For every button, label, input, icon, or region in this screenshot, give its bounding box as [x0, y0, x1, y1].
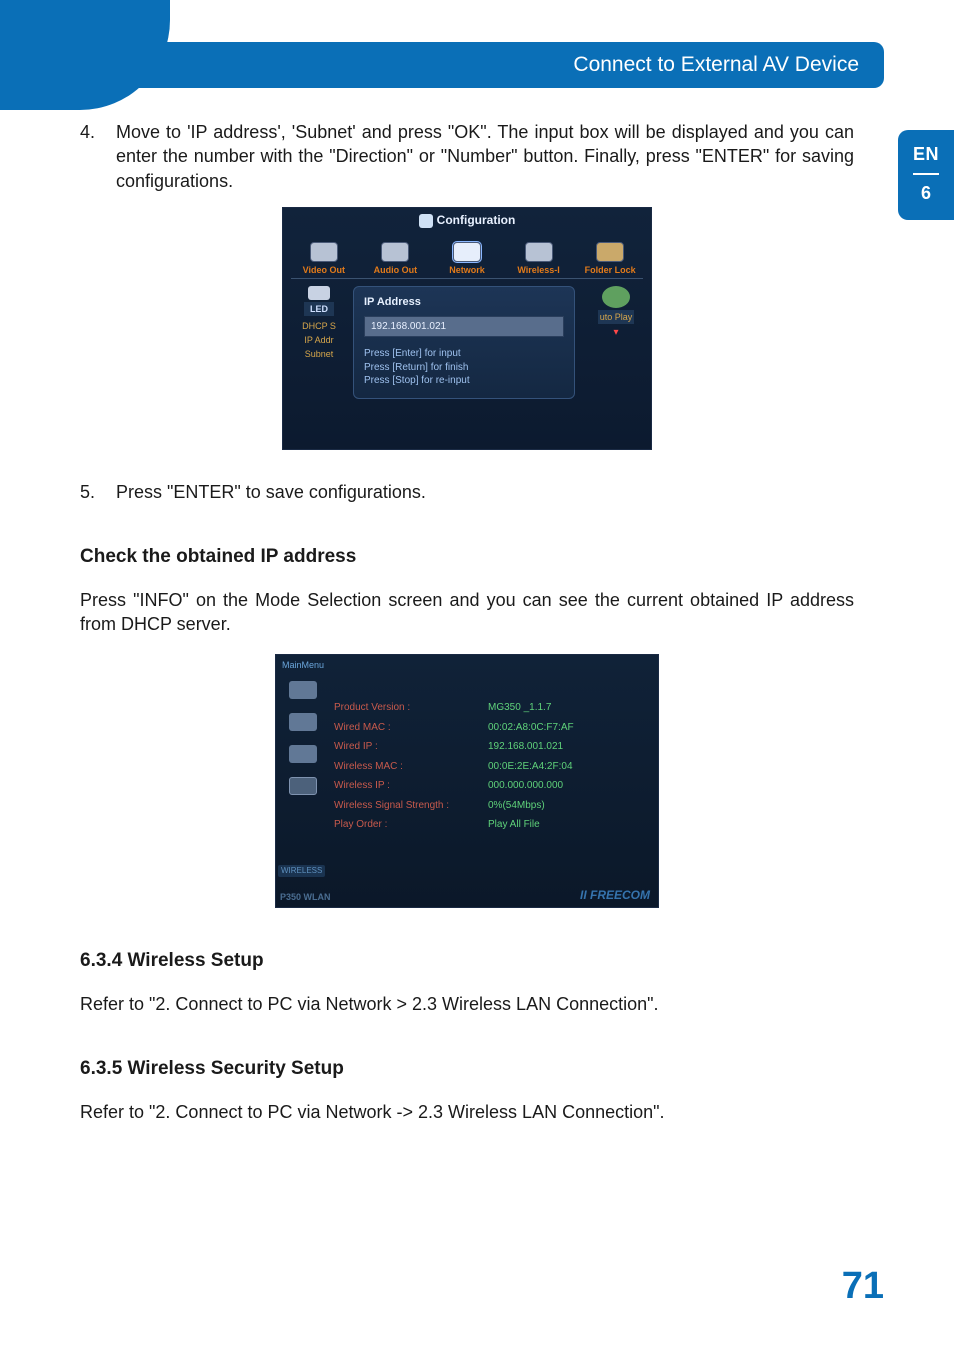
config-right-col: uto Play ▾: [585, 286, 647, 340]
step-4-text: Move to 'IP address', 'Subnet' and press…: [116, 120, 854, 193]
led-label: LED: [304, 302, 334, 316]
side-language-tab: EN 6: [898, 130, 954, 220]
screenshot-1-wrap: Configuration Video Out Audio Out Networ…: [80, 207, 854, 450]
tab-label: Network: [449, 265, 485, 275]
side-lang: EN: [898, 144, 954, 165]
help-line: Press [Stop] for re-input: [364, 374, 564, 388]
info-key: Product Version :: [334, 701, 484, 715]
tab-label: Video Out: [303, 265, 345, 275]
header-bar: Connect to External AV Device: [70, 42, 884, 88]
info-footer: P350 WLAN II FREECOM: [280, 887, 650, 903]
step-4-num: 4.: [80, 120, 116, 193]
info-key: Wireless Signal Strength :: [334, 799, 484, 813]
page-number: 71: [842, 1265, 884, 1308]
step-4: 4. Move to 'IP address', 'Subnet' and pr…: [80, 120, 854, 193]
sidebar-icon-2[interactable]: [289, 713, 317, 731]
left-item-ipaddr[interactable]: IP Addr: [289, 334, 349, 346]
side-divider: [913, 173, 939, 175]
info-val: 00:02:A8:0C:F7:AF: [488, 721, 648, 735]
info-val: 000.000.000.000: [488, 779, 648, 793]
tv-icon: [310, 242, 338, 262]
para-635: Refer to "2. Connect to PC via Network -…: [80, 1100, 854, 1124]
sidebar-icon-1[interactable]: [289, 681, 317, 699]
config-ip-panel: IP Address 192.168.001.021 Press [Enter]…: [353, 286, 575, 399]
tab-video-out[interactable]: Video Out: [291, 242, 357, 276]
info-val: MG350 _1.1.7: [488, 701, 648, 715]
ip-help: Press [Enter] for input Press [Return] f…: [364, 347, 564, 388]
mainmenu-label: MainMenu: [282, 659, 324, 671]
info-key: Wireless MAC :: [334, 760, 484, 774]
tab-audio-out[interactable]: Audio Out: [363, 242, 429, 276]
step-5-num: 5.: [80, 480, 116, 504]
config-divider: [291, 278, 643, 279]
content-area: 4. Move to 'IP address', 'Subnet' and pr…: [80, 120, 854, 1136]
left-item-dhcp[interactable]: DHCP S: [289, 320, 349, 332]
screenshot-configuration: Configuration Video Out Audio Out Networ…: [282, 207, 652, 450]
heading-check-ip: Check the obtained IP address: [80, 544, 854, 570]
step-5: 5. Press "ENTER" to save configurations.: [80, 480, 854, 504]
chevron-down-icon[interactable]: ▾: [585, 326, 647, 340]
info-sidebar: [280, 675, 326, 877]
left-item-subnet[interactable]: Subnet: [289, 348, 349, 360]
screenshot-2-wrap: MainMenu WIRELESS Product Version : MG350…: [80, 654, 854, 908]
tab-label: Wireless-I: [517, 265, 559, 275]
info-key: Wired MAC :: [334, 721, 484, 735]
tab-wireless[interactable]: Wireless-I: [506, 242, 572, 276]
tab-label: Audio Out: [374, 265, 418, 275]
help-line: Press [Enter] for input: [364, 347, 564, 361]
info-key: Play Order :: [334, 818, 484, 832]
network-icon: [453, 242, 481, 262]
tab-network[interactable]: Network: [434, 242, 500, 276]
para-check-ip: Press "INFO" on the Mode Selection scree…: [80, 588, 854, 637]
config-title: Configuration: [283, 212, 651, 228]
product-brand: P350 WLAN: [280, 891, 331, 903]
autoplay-icon: [602, 286, 630, 308]
freecom-logo: II FREECOM: [580, 887, 650, 903]
side-chapter: 6: [898, 183, 954, 204]
ip-input[interactable]: 192.168.001.021: [364, 316, 564, 338]
autoplay-label[interactable]: uto Play: [598, 310, 635, 324]
info-val: Play All File: [488, 818, 648, 832]
sidebar-icon-4[interactable]: [289, 777, 317, 795]
tab-label: Folder Lock: [585, 265, 636, 275]
info-val: 0%(54Mbps): [488, 799, 648, 813]
heading-634: 6.3.4 Wireless Setup: [80, 948, 854, 974]
help-line: Press [Return] for finish: [364, 361, 564, 375]
para-634: Refer to "2. Connect to PC via Network >…: [80, 992, 854, 1016]
info-key: Wireless IP :: [334, 779, 484, 793]
wireless-badge: WIRELESS: [278, 865, 325, 878]
info-grid: Product Version : MG350 _1.1.7 Wired MAC …: [334, 701, 648, 832]
wireless-icon: [525, 242, 553, 262]
info-val: 00:0E:2E:A4:2F:04: [488, 760, 648, 774]
sidebar-icon-3[interactable]: [289, 745, 317, 763]
lock-icon: [596, 242, 624, 262]
tab-folder-lock[interactable]: Folder Lock: [577, 242, 643, 276]
screenshot-info: MainMenu WIRELESS Product Version : MG350…: [275, 654, 659, 908]
ip-label: IP Address: [364, 295, 564, 310]
config-left-col: LED DHCP S IP Addr Subnet: [289, 286, 349, 363]
config-tabs: Video Out Audio Out Network Wireless-I F…: [291, 234, 643, 276]
step-5-text: Press "ENTER" to save configurations.: [116, 480, 854, 504]
info-val: 192.168.001.021: [488, 740, 648, 754]
header-title: Connect to External AV Device: [573, 53, 859, 77]
speaker-icon: [381, 242, 409, 262]
info-key: Wired IP :: [334, 740, 484, 754]
heading-635: 6.3.5 Wireless Security Setup: [80, 1056, 854, 1082]
led-icon: [308, 286, 330, 300]
